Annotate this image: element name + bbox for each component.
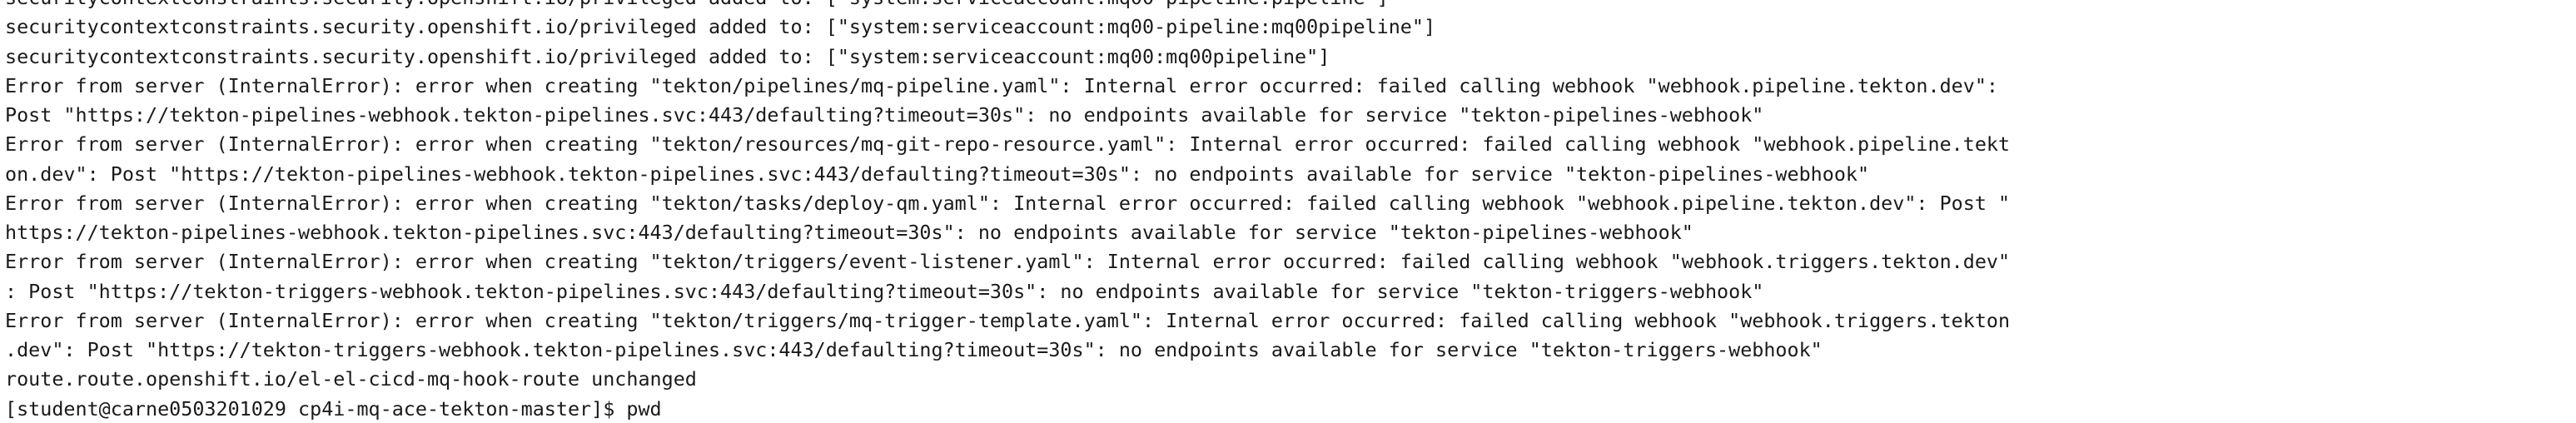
terminal-line: securitycontextconstraints.security.open… [5, 15, 1436, 39]
terminal-line: on.dev": Post "https://tekton-pipelines-… [5, 162, 1870, 186]
terminal-line: https://tekton-pipelines-webhook.tekton-… [5, 221, 1693, 244]
terminal-line: Error from server (InternalError): error… [5, 73, 1998, 97]
terminal-line: Error from server (InternalError): error… [5, 132, 2011, 157]
terminal-line: .dev": Post "https://tekton-triggers-web… [5, 338, 1823, 361]
shell-prompt: [student@carne0503201029 cp4i-mq-ace-tek… [5, 396, 627, 421]
terminal-line: Error from server (InternalError): error… [5, 308, 2011, 332]
terminal-line: securitycontextconstraints.security.open… [5, 44, 1330, 68]
terminal-line: Error from server (InternalError): error… [5, 191, 2011, 215]
terminal-prompt-line[interactable]: [student@carne0503201029 cp4i-mq-ace-tek… [5, 395, 2010, 423]
command-input[interactable]: pwd [626, 395, 661, 423]
terminal-line: securitycontextconstraints.security.open… [5, 0, 2010, 12]
terminal-line: Error from server (InternalError): error… [5, 250, 2011, 274]
terminal-line: : Post "https://tekton-triggers-webhook.… [5, 279, 1764, 303]
terminal-line: route.route.openshift.io/el-el-cicd-mq-h… [5, 367, 697, 391]
terminal-window[interactable]: securitycontextconstraints.security.open… [0, 0, 2576, 423]
terminal-line: Post "https://tekton-pipelines-webhook.t… [5, 103, 1764, 127]
terminal-output: securitycontextconstraints.security.open… [5, 0, 2010, 423]
